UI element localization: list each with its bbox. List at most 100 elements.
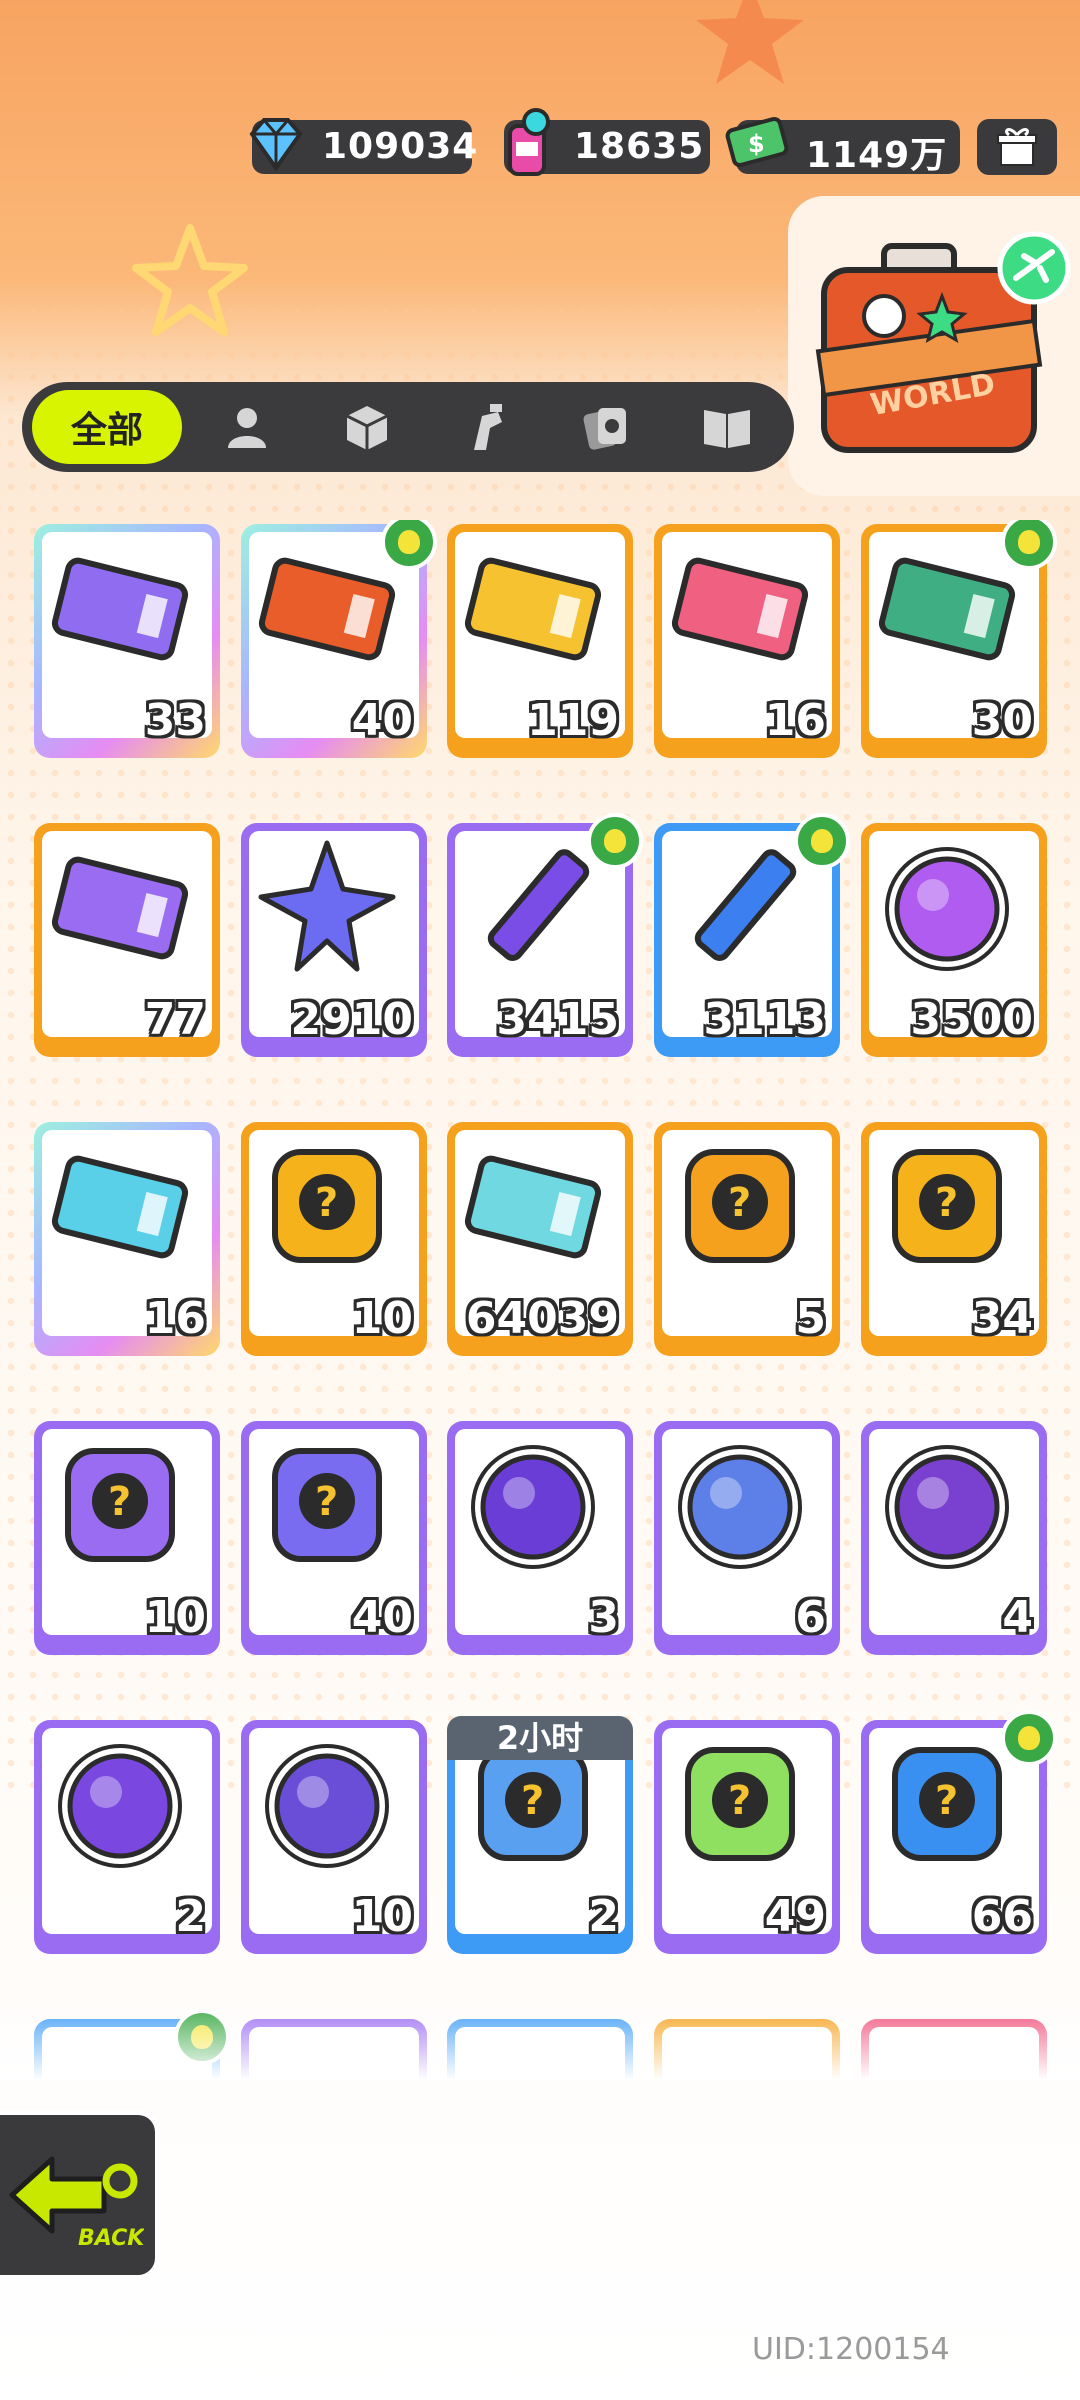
item-card[interactable]: 3113 xyxy=(654,813,850,1057)
item-card[interactable]: 3500 xyxy=(861,823,1047,1057)
svg-text:?: ? xyxy=(935,1180,958,1226)
new-badge-icon xyxy=(1001,520,1057,570)
mpets-bat-icon xyxy=(471,1445,595,1569)
item-card[interactable]: ? 34 xyxy=(861,1122,1047,1356)
shop-button[interactable] xyxy=(977,119,1057,175)
mystery-egg-icon: ? xyxy=(685,1149,795,1263)
lion-dance-ticket-icon xyxy=(258,557,396,661)
item-count: 2910 xyxy=(290,994,413,1045)
item-card[interactable]: ? 49 xyxy=(654,1720,840,1954)
item-card[interactable]: 3415 xyxy=(447,813,643,1057)
world-card[interactable]: WORLD xyxy=(788,196,1080,496)
paint-can-icon xyxy=(508,108,550,176)
travel-card-icon: ? xyxy=(272,1448,382,1562)
item-card[interactable]: 64039 xyxy=(447,1122,633,1356)
purple-crown-ticket-icon xyxy=(51,557,189,661)
item-count: 3 xyxy=(588,1592,619,1643)
category-tabs: 全部 xyxy=(22,382,794,472)
item-count: 6 xyxy=(795,1592,826,1643)
box-icon xyxy=(346,406,388,450)
item-card[interactable]: ? 5 xyxy=(654,1122,840,1356)
sketch-star-decoration xyxy=(132,224,248,336)
season-ticket-icon xyxy=(464,1155,602,1259)
purple-crayon-icon xyxy=(487,849,590,961)
item-card[interactable]: 16 xyxy=(34,1122,220,1356)
burst-badge-icon: ? xyxy=(272,1149,382,1263)
new-badge-icon xyxy=(587,813,643,869)
diamond-value: 109034 xyxy=(322,126,479,167)
green-jelly-icon: ? xyxy=(685,1747,795,1861)
item-card[interactable]: ? 10 xyxy=(34,1421,220,1655)
gift-box-icon xyxy=(997,128,1037,166)
book-icon xyxy=(704,410,750,448)
item-card[interactable]: 2 xyxy=(34,1720,220,1954)
item-count: 2 xyxy=(588,1891,619,1942)
item-card[interactable]: 33 xyxy=(34,524,220,758)
item-card[interactable]: ? 66 xyxy=(861,1710,1057,1954)
item-card[interactable]: 6 xyxy=(654,1421,840,1655)
svg-text:?: ? xyxy=(728,1778,751,1824)
cards-icon xyxy=(583,408,626,450)
item-count: 10 xyxy=(351,1891,413,1942)
svg-text:?: ? xyxy=(315,1479,338,1525)
tab-box[interactable] xyxy=(322,390,412,464)
item-count: 10 xyxy=(144,1592,206,1643)
item-card[interactable]: 4 xyxy=(861,1421,1047,1655)
blue-crayon-icon xyxy=(694,849,797,961)
tab-all[interactable]: 全部 xyxy=(32,390,182,464)
item-card[interactable]: ? 10 xyxy=(241,1122,427,1356)
item-grid: 33 40 119 16 30 77 2910 3415 3113 3500 16? 10 64039?… xyxy=(30,520,1060,2080)
item-card[interactable]: 77 xyxy=(34,823,220,1057)
item-card[interactable]: 30 xyxy=(861,520,1057,758)
item-count: 4 xyxy=(1002,1592,1033,1643)
svg-text:?: ? xyxy=(315,1180,338,1226)
item-count: 77 xyxy=(144,994,206,1045)
lottery-ticket-icon xyxy=(51,1155,189,1259)
person-icon xyxy=(228,408,266,448)
purple-star-ticket-icon xyxy=(51,856,189,960)
diamond-counter[interactable]: 109034 xyxy=(249,118,477,174)
paint-counter[interactable]: 18635 xyxy=(504,108,710,176)
new-badge-icon xyxy=(794,813,850,869)
new-badge-icon xyxy=(381,520,437,570)
new-badge-icon xyxy=(1001,1710,1057,1766)
deity-mystery-icon: ? xyxy=(892,1149,1002,1263)
uid-label: UID:1200154 xyxy=(752,2332,950,2367)
paint-value: 18635 xyxy=(574,126,705,167)
spray-can-icon: ? xyxy=(892,1747,1002,1861)
item-card[interactable]: ? 40 xyxy=(241,1421,427,1655)
tab-all-label: 全部 xyxy=(70,410,143,451)
item-count: 64039 xyxy=(465,1293,619,1344)
back-arrow-icon: BACK xyxy=(9,2156,144,2251)
svg-text:?: ? xyxy=(108,1479,131,1525)
tab-spray[interactable] xyxy=(442,390,532,464)
deity-mystery-purple-icon: ? xyxy=(65,1448,175,1562)
item-card[interactable]: 3 xyxy=(447,1421,633,1655)
item-count: 30 xyxy=(971,695,1033,746)
tab-book[interactable] xyxy=(682,390,772,464)
grid-fade xyxy=(0,2000,1080,2080)
item-card[interactable]: 10 xyxy=(241,1720,427,1954)
character-ticket-icon xyxy=(671,557,809,661)
item-card[interactable]: 40 xyxy=(241,520,437,758)
item-card[interactable]: 16 xyxy=(654,524,840,758)
item-card[interactable]: 119 xyxy=(447,524,633,758)
back-button[interactable]: BACK xyxy=(0,2110,160,2280)
item-count: 40 xyxy=(351,695,413,746)
tab-character[interactable] xyxy=(202,390,292,464)
item-card[interactable]: ? 2小时 2 xyxy=(447,1716,633,1954)
item-count: 2 xyxy=(175,1891,206,1942)
back-label: BACK xyxy=(78,2226,144,2251)
svg-text:?: ? xyxy=(521,1778,544,1824)
cool-sticker-icon xyxy=(885,847,1009,971)
svg-text:$: $ xyxy=(748,130,765,158)
tab-cards[interactable] xyxy=(562,390,652,464)
item-count: 34 xyxy=(971,1293,1033,1344)
svg-text:?: ? xyxy=(935,1778,958,1824)
svg-text:?: ? xyxy=(728,1180,751,1226)
item-card[interactable]: 2910 xyxy=(241,823,427,1057)
mpets-fish-icon xyxy=(885,1445,1009,1569)
item-count: 16 xyxy=(764,695,826,746)
plane-icon xyxy=(997,231,1071,305)
cash-counter[interactable]: $ 1149万 xyxy=(725,116,960,176)
